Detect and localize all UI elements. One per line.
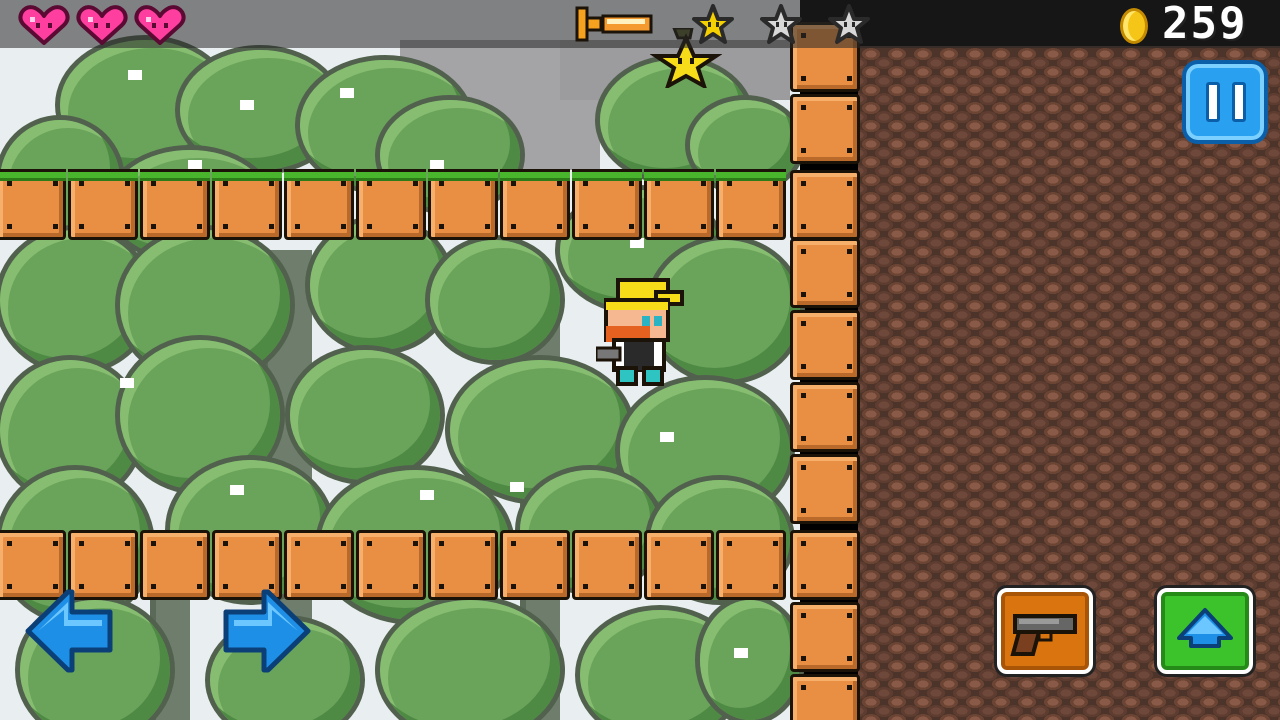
grass-top: [68, 169, 138, 181]
grass-block: [284, 169, 354, 240]
arrow-up-icon: [1177, 608, 1233, 648]
ground-block: [644, 530, 714, 600]
grass-block: [140, 169, 210, 240]
jump-button[interactable]: [1157, 588, 1253, 674]
tree-canopy: [290, 350, 440, 480]
grass-block: [212, 169, 282, 240]
grass-block: [644, 169, 714, 240]
grass-top: [212, 169, 282, 181]
player-character: [596, 278, 684, 386]
grass-top: [500, 169, 570, 181]
hud-bar: 259: [0, 0, 1280, 48]
leaf-highlight: [120, 378, 134, 388]
ground-block: [572, 530, 642, 600]
ground-block: [790, 454, 860, 524]
ground-block: [790, 310, 860, 380]
grass-top: [0, 169, 66, 181]
ground-block: [790, 94, 860, 164]
tree-canopy: [700, 600, 800, 720]
ground-block: [500, 530, 570, 600]
tree-canopy: [430, 240, 560, 360]
ground-block: [716, 530, 786, 600]
move-right-button[interactable]: [222, 586, 312, 676]
ground-block: [790, 382, 860, 452]
grass-top: [572, 169, 642, 181]
grass-top: [428, 169, 498, 181]
pause-button[interactable]: [1182, 60, 1268, 144]
move-left-button[interactable]: [24, 586, 114, 676]
pause-icon: [1206, 82, 1220, 122]
heart-icon: [18, 5, 70, 45]
ground-block: [356, 530, 426, 600]
star-empty-icon: [828, 4, 870, 44]
ground-block: [140, 530, 210, 600]
ground-block: [790, 170, 860, 240]
star-filled-icon: [692, 4, 734, 44]
leaf-highlight: [230, 485, 244, 495]
grass-top: [284, 169, 354, 181]
sword-icon: [575, 6, 653, 42]
grass-top: [140, 169, 210, 181]
grass-top: [716, 169, 786, 181]
grass-block: [68, 169, 138, 240]
grass-top: [644, 169, 714, 181]
shoot-button[interactable]: [997, 588, 1093, 674]
grass-block: [500, 169, 570, 240]
leaf-highlight: [734, 648, 748, 658]
pause-icon: [1232, 82, 1246, 122]
coin-count: 259: [1162, 0, 1248, 49]
coin-icon: [1120, 8, 1148, 44]
game-stage: 259: [0, 0, 1280, 720]
arrow-left-icon: [25, 589, 113, 673]
leaf-highlight: [660, 432, 674, 442]
grass-block: [572, 169, 642, 240]
heart-icon: [134, 5, 186, 45]
arrow-right-icon: [223, 589, 311, 673]
heart-icon: [76, 5, 128, 45]
grass-block: [716, 169, 786, 240]
grass-block: [428, 169, 498, 240]
grass-block: [0, 169, 66, 240]
leaf-highlight: [240, 100, 254, 110]
star-empty-icon: [760, 4, 802, 44]
ground-block: [790, 602, 860, 672]
leaf-highlight: [420, 490, 434, 500]
pistol-icon: [1010, 614, 1077, 656]
grass-top: [356, 169, 426, 181]
ground-block: [790, 530, 860, 600]
ground-block: [428, 530, 498, 600]
leaf-highlight: [510, 482, 524, 492]
leaf-highlight: [340, 88, 354, 98]
leaf-highlight: [128, 70, 142, 80]
ground-block: [790, 238, 860, 308]
ground-block: [790, 674, 860, 720]
grass-block: [356, 169, 426, 240]
